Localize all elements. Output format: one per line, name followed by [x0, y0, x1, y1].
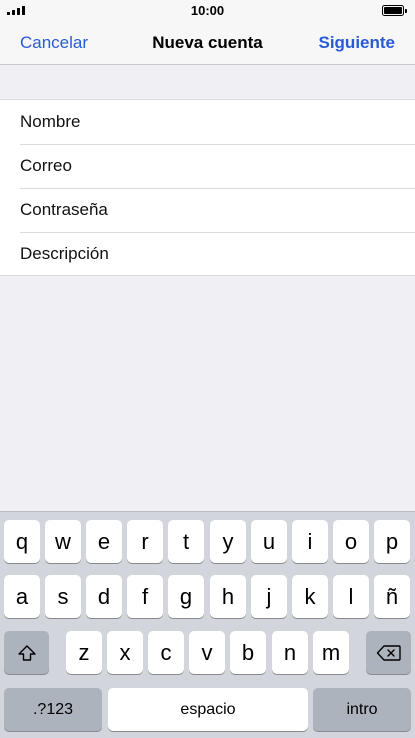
key-v[interactable]: v — [189, 631, 225, 674]
email-field-row — [0, 144, 415, 188]
key-z[interactable]: z — [66, 631, 102, 674]
navigation-bar: Cancelar Nueva cuenta Siguiente — [0, 22, 415, 65]
key-h[interactable]: h — [210, 575, 246, 618]
key-k[interactable]: k — [292, 575, 328, 618]
email-field[interactable] — [20, 156, 415, 176]
key-j[interactable]: j — [251, 575, 287, 618]
key-l[interactable]: l — [333, 575, 369, 618]
battery-icon — [382, 5, 407, 16]
key-enye[interactable]: ñ — [374, 575, 410, 618]
key-q[interactable]: q — [4, 520, 40, 563]
status-time: 10:00 — [190, 3, 225, 18]
numbers-key[interactable]: .?123 — [4, 688, 102, 731]
key-y[interactable]: y — [210, 520, 246, 563]
next-button[interactable]: Siguiente — [318, 33, 395, 53]
key-g[interactable]: g — [168, 575, 204, 618]
keyboard: q w e r t y u i o p a s d f g h j k l ñ … — [0, 511, 415, 738]
key-u[interactable]: u — [251, 520, 287, 563]
name-field-row — [0, 100, 415, 144]
return-key[interactable]: intro — [313, 688, 411, 731]
key-c[interactable]: c — [148, 631, 184, 674]
delete-key[interactable] — [366, 631, 411, 674]
key-x[interactable]: x — [107, 631, 143, 674]
status-bar: 10:00 — [0, 0, 415, 22]
space-key[interactable]: espacio — [108, 688, 308, 731]
shift-key[interactable] — [4, 631, 49, 674]
key-t[interactable]: t — [168, 520, 204, 563]
key-i[interactable]: i — [292, 520, 328, 563]
password-field-row — [0, 188, 415, 232]
key-n[interactable]: n — [272, 631, 308, 674]
key-p[interactable]: p — [374, 520, 410, 563]
key-s[interactable]: s — [45, 575, 81, 618]
password-field[interactable] — [20, 200, 415, 220]
key-r[interactable]: r — [127, 520, 163, 563]
account-form — [0, 99, 415, 276]
delete-icon — [376, 644, 401, 661]
key-b[interactable]: b — [230, 631, 266, 674]
description-field[interactable] — [20, 244, 415, 264]
name-field[interactable] — [20, 112, 415, 132]
shift-icon — [17, 644, 36, 661]
key-o[interactable]: o — [333, 520, 369, 563]
key-w[interactable]: w — [45, 520, 81, 563]
key-f[interactable]: f — [127, 575, 163, 618]
key-m[interactable]: m — [313, 631, 349, 674]
key-e[interactable]: e — [86, 520, 122, 563]
key-a[interactable]: a — [4, 575, 40, 618]
description-field-row — [0, 232, 415, 276]
key-d[interactable]: d — [86, 575, 122, 618]
